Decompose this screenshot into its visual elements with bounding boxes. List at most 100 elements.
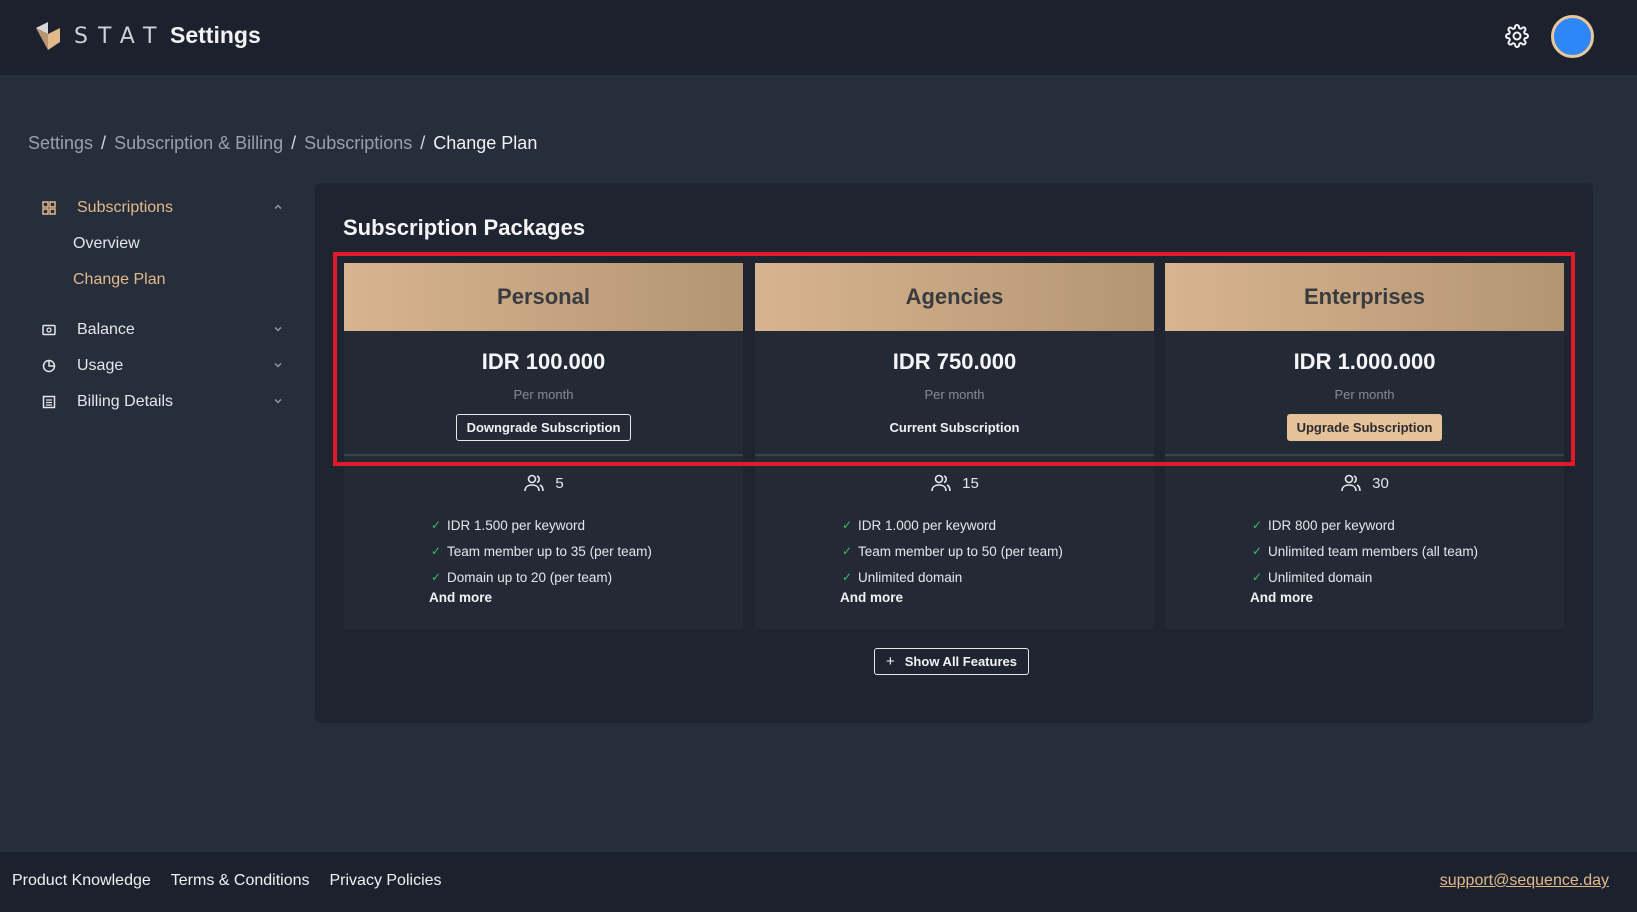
plan-price: IDR 1.000.000 xyxy=(1293,349,1436,374)
grid-icon xyxy=(42,201,56,215)
sidebar-item-subscriptions[interactable]: Subscriptions xyxy=(36,190,291,226)
users-icon xyxy=(524,474,545,492)
feature-text: Domain up to 20 (per team) xyxy=(447,569,613,585)
plan-card-enterprises: Enterprises IDR 1.000.000 Per month Upgr… xyxy=(1165,263,1564,629)
breadcrumb-subscriptions[interactable]: Subscriptions xyxy=(304,133,412,154)
subscription-panel: Subscription Packages Personal IDR 100.0… xyxy=(315,183,1593,723)
breadcrumb-separator: / xyxy=(291,133,297,153)
plan-members-count: 15 xyxy=(962,474,979,492)
plan-card-agencies: Agencies IDR 750.000 Per month Current S… xyxy=(755,263,1154,629)
list-item: ✓ Team member up to 50 (per team) xyxy=(842,538,1154,564)
plan-members-count: 5 xyxy=(555,474,564,492)
stat-logo-icon xyxy=(36,22,60,50)
footer-link-product-knowledge[interactable]: Product Knowledge xyxy=(12,872,151,890)
check-icon: ✓ xyxy=(842,544,853,558)
plus-icon: + xyxy=(886,653,895,670)
and-more-label: And more xyxy=(840,590,904,605)
and-more-label: And more xyxy=(1250,590,1314,605)
users-icon xyxy=(1341,474,1361,492)
feature-text: Unlimited team members (all team) xyxy=(1268,543,1479,559)
list-item: ✓ IDR 1.000 per keyword xyxy=(842,512,1154,538)
plan-period: Per month xyxy=(513,387,574,402)
breadcrumb-separator: / xyxy=(420,133,426,153)
and-more-label: And more xyxy=(429,590,493,605)
breadcrumb: Settings / Subscription & Billing / Subs… xyxy=(28,133,537,154)
document-list-icon xyxy=(42,395,56,409)
plan-members: 5 xyxy=(344,474,743,492)
plan-members: 30 xyxy=(1165,474,1564,492)
chevron-up-icon xyxy=(274,204,282,209)
pie-chart-icon xyxy=(42,359,56,373)
sidebar-subitem-overview[interactable]: Overview xyxy=(36,226,291,262)
plan-price: IDR 750.000 xyxy=(892,349,1017,374)
plan-period: Per month xyxy=(924,387,985,402)
feature-text: IDR 1.000 per keyword xyxy=(858,517,997,533)
check-icon: ✓ xyxy=(431,518,442,532)
feature-text: Team member up to 35 (per team) xyxy=(447,543,652,559)
list-item: ✓ Team member up to 35 (per team) xyxy=(431,538,743,564)
list-item: ✓ IDR 1.500 per keyword xyxy=(431,512,743,538)
logo[interactable]: STAT xyxy=(34,20,166,52)
plan-name: Agencies xyxy=(755,263,1154,331)
plan-price: IDR 100.000 xyxy=(481,349,606,374)
plan-members-count: 30 xyxy=(1372,474,1389,492)
feature-text: Team member up to 50 (per team) xyxy=(858,543,1063,559)
plan-card-personal: Personal IDR 100.000 Per month Downgrade… xyxy=(344,263,743,629)
plan-name: Personal xyxy=(344,263,743,331)
divider xyxy=(344,454,743,456)
check-icon: ✓ xyxy=(1252,570,1263,584)
divider xyxy=(1165,454,1564,456)
feature-list: ✓ IDR 1.000 per keyword ✓ Team member up t… xyxy=(755,512,1154,590)
breadcrumb-settings[interactable]: Settings xyxy=(28,133,93,154)
breadcrumb-separator: / xyxy=(101,133,107,153)
footer-link-terms[interactable]: Terms & Conditions xyxy=(171,872,310,890)
feature-text: IDR 1.500 per keyword xyxy=(447,517,586,533)
check-icon: ✓ xyxy=(431,544,442,558)
plan-name: Enterprises xyxy=(1165,263,1564,331)
feature-text: IDR 800 per keyword xyxy=(1268,517,1395,533)
breadcrumb-change-plan: Change Plan xyxy=(433,133,538,153)
sidebar-item-label: Billing Details xyxy=(77,393,174,410)
top-bar: STAT Settings xyxy=(0,0,1637,75)
check-icon: ✓ xyxy=(842,570,853,584)
show-all-features-button[interactable]: + Show All Features xyxy=(874,648,1029,675)
plan-period: Per month xyxy=(1334,387,1395,402)
sidebar: Subscriptions Overview Change Plan Balan… xyxy=(36,190,291,420)
list-item: ✓ Domain up to 20 (per team) xyxy=(431,564,743,590)
sidebar-item-usage[interactable]: Usage xyxy=(36,348,291,384)
divider xyxy=(755,454,1154,456)
sidebar-item-billing-details[interactable]: Billing Details xyxy=(36,384,291,420)
logo-text: STAT xyxy=(74,23,167,49)
chevron-down-icon xyxy=(274,327,282,332)
show-all-features-label: Show All Features xyxy=(904,654,1017,669)
footer-link-privacy[interactable]: Privacy Policies xyxy=(329,872,441,890)
chevron-down-icon xyxy=(274,363,282,368)
sidebar-item-label: Subscriptions xyxy=(77,199,174,216)
sidebar-item-label: Usage xyxy=(77,357,124,374)
check-icon: ✓ xyxy=(842,518,853,532)
check-icon: ✓ xyxy=(1252,544,1263,558)
list-item: ✓ Unlimited domain xyxy=(1252,564,1564,590)
gear-icon[interactable] xyxy=(1505,24,1529,48)
downgrade-subscription-button[interactable]: Downgrade Subscription xyxy=(455,414,632,441)
chevron-down-icon xyxy=(274,399,282,404)
feature-list: ✓ IDR 1.500 per keyword ✓ Team member up t… xyxy=(344,512,743,590)
footer: Product Knowledge Terms & Conditions Pri… xyxy=(0,852,1637,912)
section-title: Subscription Packages xyxy=(343,215,586,240)
check-icon: ✓ xyxy=(1252,518,1263,532)
sidebar-item-label: Balance xyxy=(77,321,135,338)
breadcrumb-subscription-billing[interactable]: Subscription & Billing xyxy=(114,133,283,154)
page-title: Settings xyxy=(170,22,261,48)
sidebar-subitem-change-plan[interactable]: Change Plan xyxy=(36,262,291,298)
plan-members: 15 xyxy=(755,474,1154,492)
feature-list: ✓ IDR 800 per keyword ✓ Unlimited team mem… xyxy=(1165,512,1564,590)
feature-text: Unlimited domain xyxy=(1268,569,1373,585)
upgrade-subscription-button[interactable]: Upgrade Subscription xyxy=(1286,414,1443,441)
list-item: ✓ Unlimited domain xyxy=(842,564,1154,590)
wallet-icon xyxy=(42,324,56,336)
check-icon: ✓ xyxy=(431,570,442,584)
avatar[interactable] xyxy=(1551,15,1594,58)
sidebar-item-balance[interactable]: Balance xyxy=(36,312,291,348)
list-item: ✓ IDR 800 per keyword xyxy=(1252,512,1564,538)
support-email-link[interactable]: support@sequence.day xyxy=(1440,872,1609,890)
